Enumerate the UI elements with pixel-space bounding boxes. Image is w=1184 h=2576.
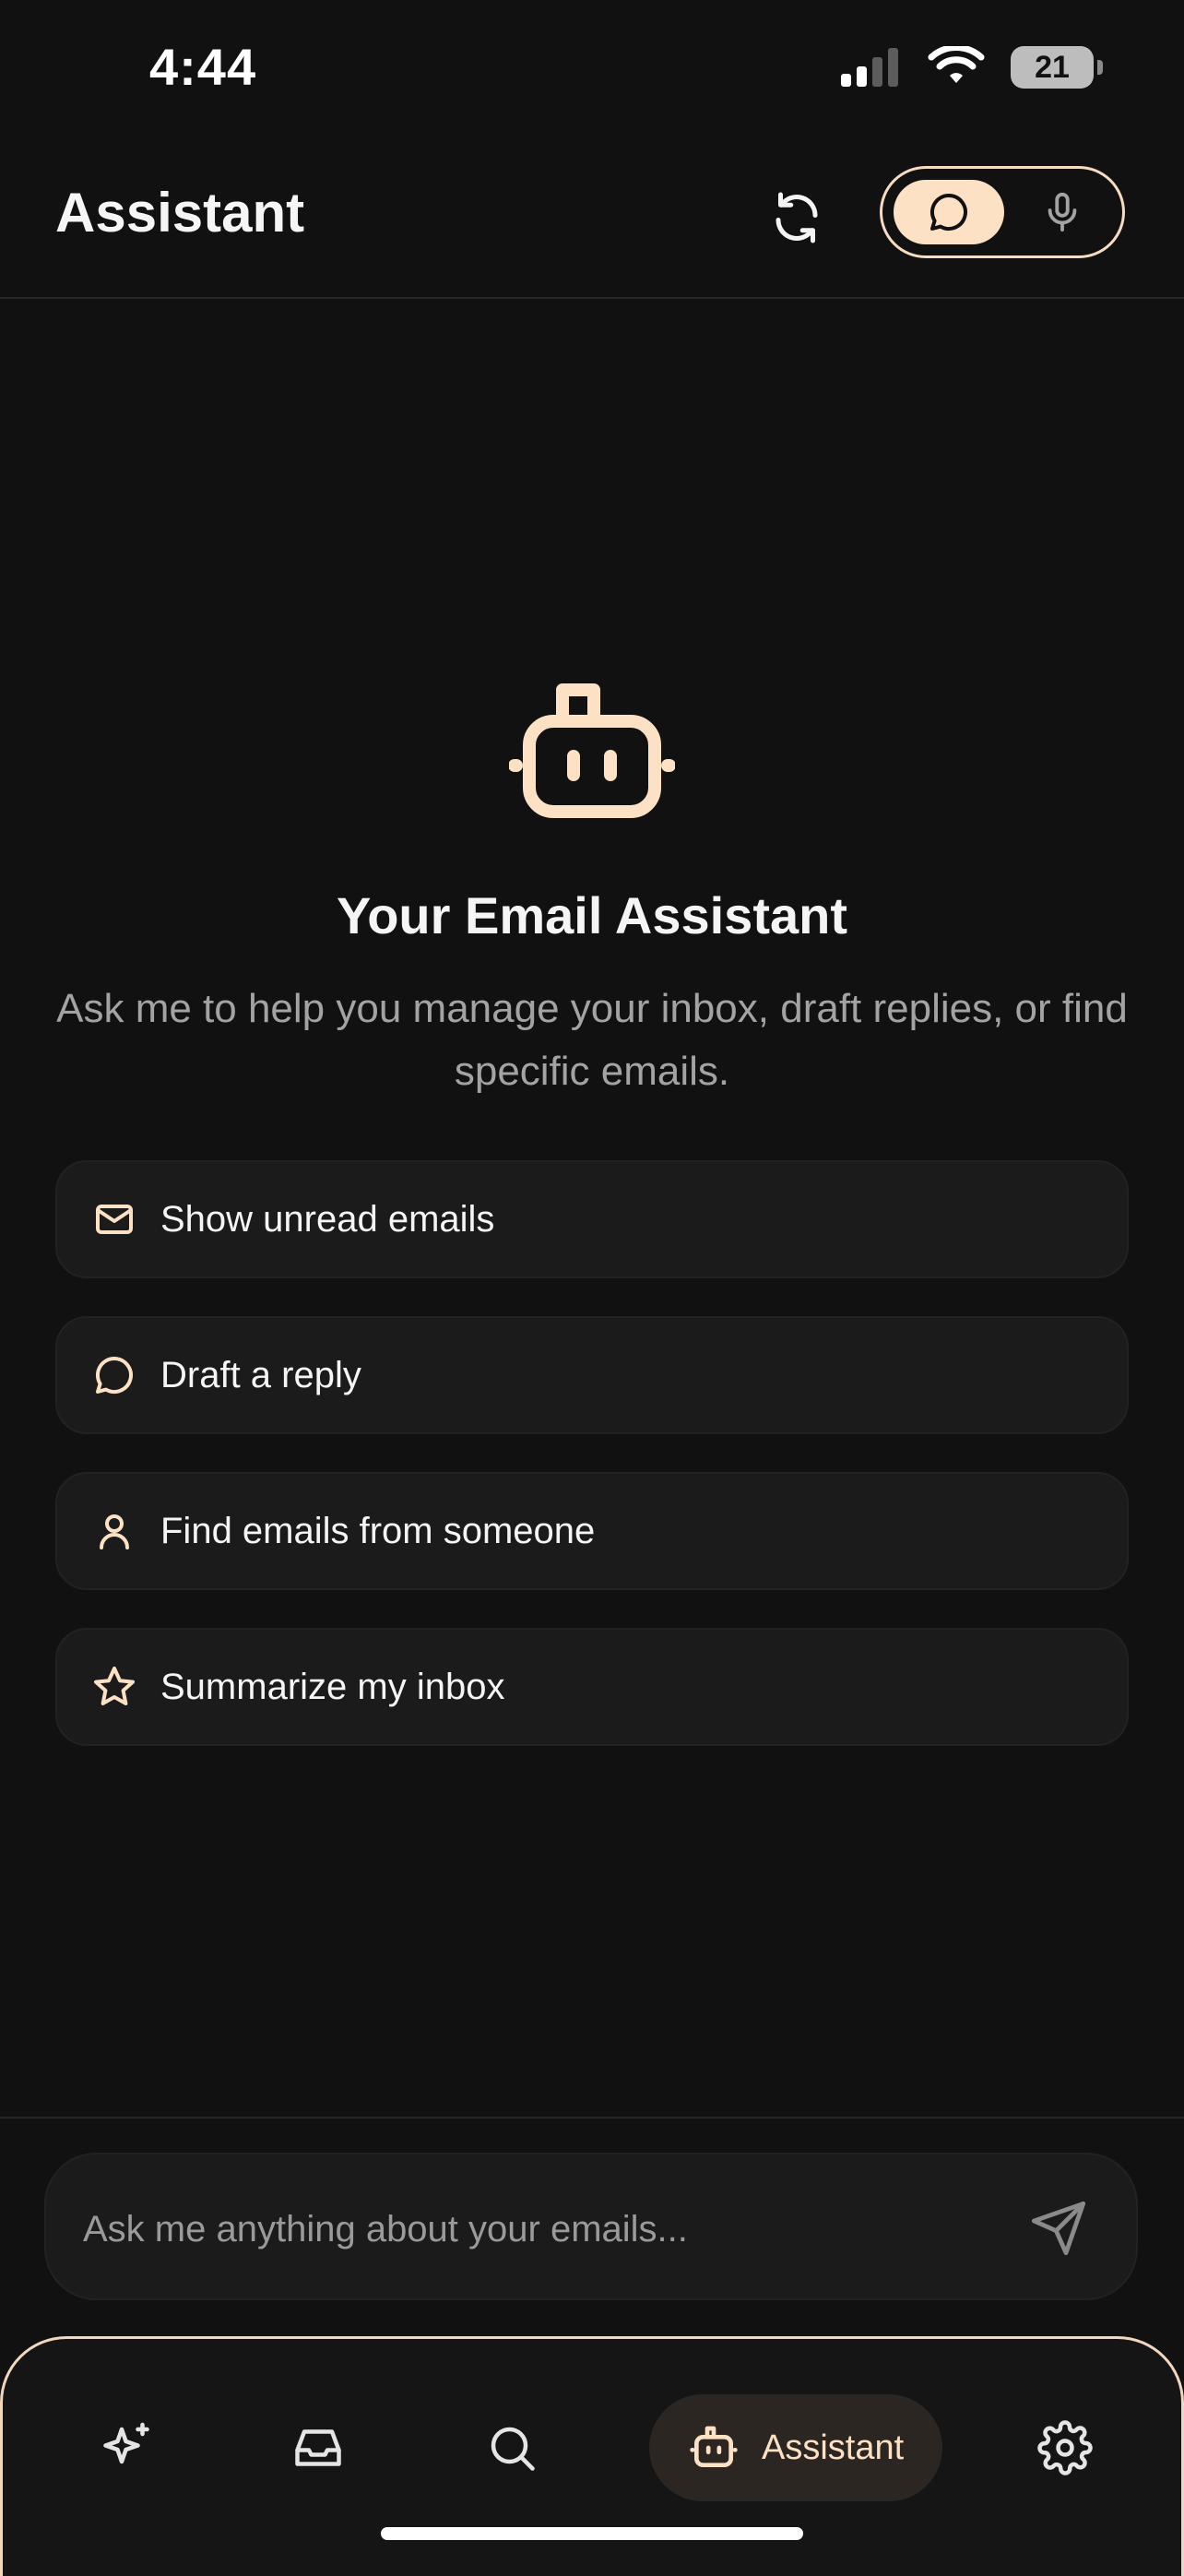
suggestion-label: Summarize my inbox bbox=[160, 1666, 505, 1707]
status-icons: 21 bbox=[839, 46, 1103, 89]
refresh-icon bbox=[776, 192, 818, 243]
mail-icon bbox=[92, 1197, 136, 1241]
suggestion-draft-reply[interactable]: Draft a reply bbox=[55, 1316, 1129, 1434]
microphone-icon bbox=[1048, 192, 1077, 232]
suggestion-label: Find emails from someone bbox=[160, 1510, 596, 1551]
robot-icon bbox=[690, 2426, 738, 2467]
tab-inbox[interactable] bbox=[281, 2394, 355, 2501]
composer bbox=[44, 2153, 1138, 2300]
page-title: Assistant bbox=[55, 182, 305, 243]
inbox-icon bbox=[295, 2429, 341, 2466]
sparkles-icon bbox=[103, 2422, 149, 2464]
message-input[interactable] bbox=[81, 2191, 1007, 2267]
cellular-signal-icon bbox=[841, 48, 898, 87]
robot-icon bbox=[509, 683, 675, 818]
tab-assistant[interactable]: Assistant bbox=[649, 2394, 943, 2501]
tab-settings[interactable] bbox=[1028, 2394, 1102, 2501]
hero-title: Your Email Assistant bbox=[337, 886, 847, 944]
tab-bar: Assistant bbox=[0, 2336, 1184, 2576]
battery-icon: 21 bbox=[1011, 46, 1103, 89]
suggestion-label: Show unread emails bbox=[160, 1198, 495, 1240]
send-icon bbox=[1031, 2201, 1086, 2256]
suggestion-summarize-inbox[interactable]: Summarize my inbox bbox=[55, 1628, 1129, 1746]
wifi-icon bbox=[928, 46, 985, 83]
search-icon bbox=[491, 2427, 535, 2471]
refresh-button[interactable] bbox=[764, 184, 830, 251]
header: Assistant bbox=[0, 138, 1184, 299]
chat-mode-button[interactable] bbox=[894, 180, 1004, 244]
battery-level: 21 bbox=[1035, 49, 1070, 85]
tab-search[interactable] bbox=[475, 2394, 549, 2501]
home-indicator bbox=[381, 2527, 803, 2540]
status-bar: 4:44 21 bbox=[0, 0, 1184, 138]
suggestion-show-unread[interactable]: Show unread emails bbox=[55, 1160, 1129, 1278]
person-icon bbox=[92, 1509, 136, 1553]
star-icon bbox=[92, 1665, 136, 1709]
mode-toggle bbox=[880, 166, 1125, 258]
voice-mode-button[interactable] bbox=[1012, 180, 1113, 244]
hero-subtitle: Ask me to help you manage your inbox, dr… bbox=[56, 986, 1128, 1094]
tab-highlights[interactable] bbox=[89, 2394, 163, 2501]
tab-assistant-label: Assistant bbox=[762, 2428, 905, 2467]
send-button[interactable] bbox=[1025, 2195, 1092, 2261]
status-time: 4:44 bbox=[149, 38, 257, 96]
chat-bubble-icon bbox=[929, 193, 967, 231]
suggestion-label: Draft a reply bbox=[160, 1354, 361, 1395]
composer-divider bbox=[0, 2117, 1184, 2119]
suggestion-find-from-someone[interactable]: Find emails from someone bbox=[55, 1472, 1129, 1590]
chat-bubble-icon bbox=[92, 1353, 136, 1397]
suggestion-list: Show unread emails Draft a reply Find em… bbox=[55, 1160, 1129, 1784]
gear-icon bbox=[1037, 2420, 1093, 2475]
